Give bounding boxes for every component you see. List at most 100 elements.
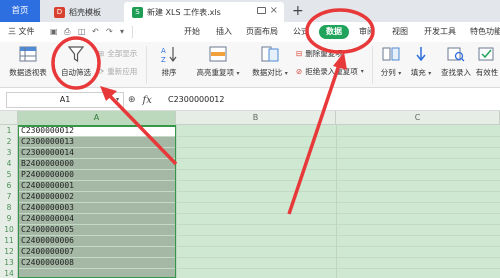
name-box-value: A1 <box>59 95 71 104</box>
column-header-b[interactable]: B <box>176 111 336 125</box>
fill-button[interactable]: 填充 ▾ <box>406 44 436 78</box>
split-column-label: 分列 <box>380 68 396 77</box>
home-tab[interactable]: 首页 <box>0 0 40 22</box>
chevron-down-icon[interactable]: ▾ <box>116 93 119 107</box>
auto-filter-label: 自动筛选 <box>61 68 91 77</box>
menu-data[interactable]: 数据 <box>319 25 349 39</box>
pivot-table-button[interactable]: 数据透视表 <box>6 44 50 78</box>
split-column-icon <box>382 47 400 61</box>
row-header[interactable]: 12 <box>0 246 18 257</box>
new-tab-button[interactable]: + <box>292 1 304 21</box>
undo-icon[interactable]: ↶ <box>92 22 99 42</box>
cell-value[interactable]: C2400000007 <box>21 246 74 257</box>
cell-value[interactable]: C2400000003 <box>21 202 74 213</box>
remove-duplicates-button[interactable]: ⊟ 删除重复项 <box>296 48 343 59</box>
row-header[interactable]: 7 <box>0 191 18 202</box>
tab-document[interactable]: S 新建 XLS 工作表.xls × <box>124 2 284 22</box>
reject-duplicates-icon: ⊘ <box>296 67 303 76</box>
cell-a1-value[interactable]: C2300000012 <box>21 125 74 136</box>
select-all-corner[interactable] <box>0 111 18 125</box>
menu-features[interactable]: 特色功能 <box>470 22 500 42</box>
close-icon[interactable]: × <box>270 5 278 16</box>
lookup-entry-button[interactable]: 查找录入 <box>438 44 474 78</box>
chevron-down-icon: ▾ <box>360 68 364 75</box>
menu-page-layout[interactable]: 页面布局 <box>246 22 278 42</box>
formula-tools: ⊕ fx <box>128 92 152 108</box>
menu-insert[interactable]: 插入 <box>216 22 232 42</box>
column-gridline <box>336 125 337 278</box>
validity-label: 有效性 <box>475 68 499 77</box>
formula-input[interactable]: C2300000012 <box>168 92 494 108</box>
highlight-duplicates-button[interactable]: 高亮重复项 ▾ <box>194 44 242 78</box>
reject-duplicates-button[interactable]: ⊘ 拒绝录入重复项 ▾ <box>296 66 364 77</box>
cell-value[interactable]: C2400000004 <box>21 213 74 224</box>
column-header-a[interactable]: A <box>18 111 176 125</box>
sort-icon: A Z <box>161 47 177 64</box>
sort-label: 排序 <box>161 68 177 77</box>
preview-icon[interactable]: ◫ <box>78 22 86 42</box>
cell-value[interactable]: P2400000000 <box>21 169 74 180</box>
menu-view[interactable]: 视图 <box>392 22 408 42</box>
menu-file[interactable]: 三 文件 <box>8 22 35 42</box>
cell-value[interactable]: C2400000008 <box>21 257 74 268</box>
name-box[interactable]: A1 ▾ <box>6 92 124 108</box>
data-compare-button[interactable]: 数据对比 ▾ <box>248 44 292 78</box>
data-ribbon: 数据透视表 自动筛选 ⊞ 全部显示 ⟳ 重新应用 A Z 排序 高亮重复项 ▾ … <box>0 42 500 88</box>
cell-value[interactable]: C2400000001 <box>21 180 74 191</box>
window-mode-icon[interactable] <box>257 7 266 14</box>
template-icon: D <box>54 6 65 18</box>
row-header[interactable]: 2 <box>0 136 18 147</box>
row-header[interactable]: 5 <box>0 169 18 180</box>
column-header-c[interactable]: C <box>336 111 500 125</box>
cell-value[interactable]: C2300000014 <box>21 147 74 158</box>
tab-template[interactable]: D 稻壳模板 <box>46 2 120 22</box>
lookup-entry-label: 查找录入 <box>441 68 471 77</box>
fx-icon[interactable]: fx <box>143 95 152 106</box>
menu-bar: 三 文件 ▣ ⎙ ◫ ↶ ↷ ▾ 开始 插入 页面布局 公式 数据 审阅 视图 … <box>0 22 500 42</box>
column-headers: A B C <box>0 111 500 125</box>
svg-text:Z: Z <box>161 56 166 64</box>
reapply-button[interactable]: ⟳ 重新应用 <box>98 66 137 77</box>
pivot-table-icon <box>19 46 37 62</box>
sort-button[interactable]: A Z 排序 <box>154 44 184 78</box>
menu-formula[interactable]: 公式 <box>293 22 309 42</box>
chevron-down-icon: ▾ <box>284 70 288 77</box>
menu-developer[interactable]: 开发工具 <box>424 22 456 42</box>
validity-button[interactable]: 有效性 <box>474 44 500 78</box>
row-header[interactable]: 6 <box>0 180 18 191</box>
menu-start[interactable]: 开始 <box>184 22 200 42</box>
zoom-icon[interactable]: ⊕ <box>128 95 136 105</box>
menu-review[interactable]: 审阅 <box>359 22 375 42</box>
cell-value[interactable]: C2400000006 <box>21 235 74 246</box>
row-header[interactable]: 1 <box>0 125 18 136</box>
print-icon[interactable]: ⎙ <box>64 22 70 42</box>
row-header[interactable]: 10 <box>0 224 18 235</box>
tab-document-label: 新建 XLS 工作表.xls <box>147 7 221 17</box>
more-icon[interactable]: ▾ <box>120 22 124 42</box>
highlight-duplicates-icon <box>209 46 227 62</box>
row-header[interactable]: 13 <box>0 257 18 268</box>
reject-duplicates-label: 拒绝录入重复项 <box>305 67 358 76</box>
show-all-button[interactable]: ⊞ 全部显示 <box>98 48 137 59</box>
row-header[interactable]: 9 <box>0 213 18 224</box>
row-header[interactable]: 14 <box>0 268 18 278</box>
tab-template-label: 稻壳模板 <box>69 7 101 17</box>
row-header[interactable]: 11 <box>0 235 18 246</box>
redo-icon[interactable]: ↷ <box>106 22 113 42</box>
cell-area[interactable]: C2300000012 C2300000013 C2300000014 B240… <box>18 125 500 278</box>
save-icon[interactable]: ▣ <box>50 22 58 42</box>
column-gridline <box>176 125 177 278</box>
cell-value[interactable]: C2400000002 <box>21 191 74 202</box>
cell-value[interactable]: B2400000000 <box>21 158 74 169</box>
auto-filter-button[interactable]: 自动筛选 <box>56 44 96 78</box>
fill-icon <box>416 47 426 62</box>
split-column-button[interactable]: 分列 ▾ <box>376 44 406 78</box>
row-header[interactable]: 4 <box>0 158 18 169</box>
filter-icon <box>67 46 85 63</box>
cell-value[interactable]: C2300000013 <box>21 136 74 147</box>
row-header[interactable]: 3 <box>0 147 18 158</box>
cell-value[interactable]: C2400000005 <box>21 224 74 235</box>
reapply-label: 重新应用 <box>107 67 138 76</box>
row-header[interactable]: 8 <box>0 202 18 213</box>
remove-duplicates-label: 删除重复项 <box>305 49 343 58</box>
